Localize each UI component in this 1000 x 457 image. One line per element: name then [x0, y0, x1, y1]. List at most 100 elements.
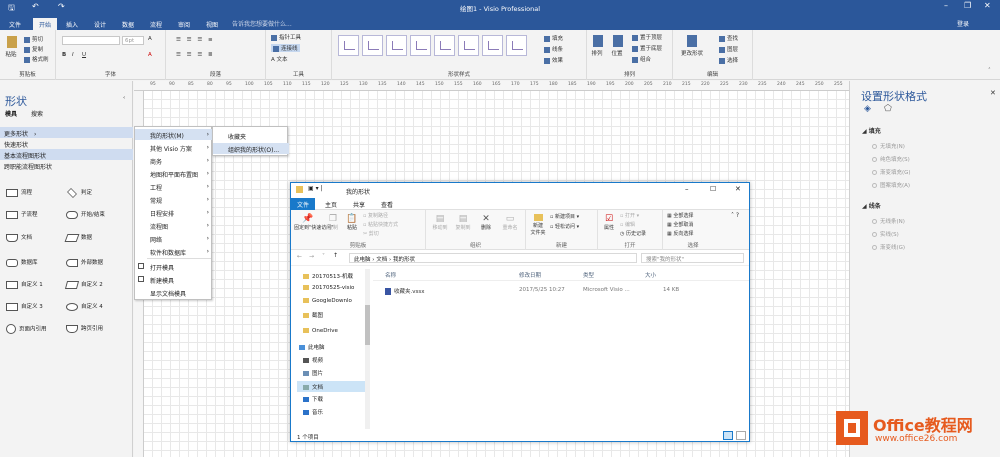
collapse-ribbon-icon[interactable]: ˆ [988, 68, 991, 74]
pin-quick-access-button[interactable]: 📌 固定到"快速访问" [294, 214, 334, 231]
line-solid-option[interactable]: 实线(S) [872, 230, 899, 238]
nav-item-folder-3[interactable]: GoogleDownlo [303, 298, 352, 304]
stencil-document[interactable]: 文档 [6, 233, 32, 242]
close-icon[interactable]: ✕ [984, 1, 991, 10]
line-button[interactable]: 线条 [544, 45, 563, 53]
explorer-search-input[interactable]: 搜索"我的形状" [641, 253, 744, 263]
font-name-input[interactable] [62, 36, 120, 45]
menu-item-document-stencil[interactable]: 显示文档模具 [135, 287, 213, 298]
nav-item-documents[interactable]: 文档 [297, 381, 369, 392]
shape-style-3[interactable] [386, 35, 407, 56]
tell-me-box[interactable]: 告诉我您想要做什么... [232, 19, 292, 28]
cut-button[interactable]: 剪切 [24, 35, 43, 43]
arrange-button[interactable]: 排列 [591, 35, 603, 57]
nav-item-onedrive[interactable]: OneDrive [303, 328, 338, 334]
stencil-custom-3[interactable]: 自定义 3 [6, 302, 43, 311]
menu-item-general[interactable]: 常规 › [135, 194, 213, 205]
stencil-custom-4[interactable]: 自定义 4 [66, 302, 103, 311]
submenu-item-favorites[interactable]: 收藏夹 [213, 130, 289, 141]
stencil-custom-2[interactable]: 自定义 2 [64, 280, 103, 289]
line-section[interactable]: ◢ 线条 [862, 201, 881, 210]
open-button[interactable]: ▫ 打开 ▾ [620, 212, 639, 219]
stencil-off-page-ref[interactable]: 跨页引用 [66, 324, 103, 333]
nav-item-folder-1[interactable]: 20170513-机载 [303, 272, 353, 280]
quick-shapes-item[interactable]: 快速形状 [0, 138, 133, 149]
fill-none-option[interactable]: 无填充(N) [872, 142, 905, 150]
menu-item-flowchart[interactable]: 流程图 › [135, 220, 213, 231]
properties-button[interactable]: ☑ 属性 [601, 214, 617, 231]
login-link[interactable]: 登录 [957, 19, 969, 28]
move-to-button[interactable]: ▤ 移动到 [430, 214, 450, 231]
details-view-icon[interactable] [723, 431, 733, 440]
paste-button[interactable]: 粘贴 [5, 36, 17, 58]
menu-item-network[interactable]: 网络 › [135, 233, 213, 244]
column-type[interactable]: 类型 [583, 271, 594, 279]
stencil-database[interactable]: 数据库 [6, 258, 38, 267]
explorer-tab-home[interactable]: 主页 [319, 198, 343, 210]
menu-item-schedule[interactable]: 日程安排 › [135, 207, 213, 218]
tab-process[interactable]: 流程 [144, 18, 168, 30]
font-color-button[interactable]: A [148, 52, 152, 58]
fill-section[interactable]: ◢ 填充 [862, 126, 881, 135]
submenu-item-organize[interactable]: 组织我的形状(O)... [213, 143, 289, 154]
explorer-close-icon[interactable]: ✕ [735, 185, 741, 193]
explorer-minimize-icon[interactable]: – [685, 185, 689, 193]
explorer-paste-button[interactable]: 📋 粘贴 [345, 214, 359, 231]
copy-path-button[interactable]: ▫ 复制路径 [363, 212, 388, 219]
line-gradient-option[interactable]: 渐变线(G) [872, 243, 905, 251]
collapse-pane-icon[interactable]: ‹ [123, 95, 125, 101]
explorer-tab-share[interactable]: 共享 [347, 198, 371, 210]
up-icon[interactable]: ↑ [333, 252, 338, 259]
tab-review[interactable]: 审阅 [172, 18, 196, 30]
column-name[interactable]: 名称 [385, 271, 396, 279]
menu-item-maps[interactable]: 地图和平面布置图 › [135, 168, 213, 179]
indent-buttons[interactable]: ☰ ☰ ☰ ≣ [176, 52, 215, 58]
explorer-help-icon[interactable]: ˄ ? [731, 212, 739, 219]
invert-selection-button[interactable]: ▦ 反向选择 [667, 230, 693, 237]
minimize-icon[interactable]: – [944, 1, 948, 10]
back-icon[interactable]: ← [297, 253, 302, 260]
forward-icon[interactable]: → [309, 253, 314, 260]
history-button[interactable]: ◷ 历史记录 [620, 230, 646, 237]
column-size[interactable]: 大小 [645, 271, 656, 279]
stencil-start-end[interactable]: 开始/结束 [66, 210, 105, 219]
menu-item-business[interactable]: 商务 › [135, 155, 213, 166]
shape-style-1[interactable] [338, 35, 359, 56]
nav-item-this-pc[interactable]: 此电脑 [299, 343, 325, 351]
menu-item-my-shapes[interactable]: 我的形状(M) › [135, 129, 213, 140]
more-shapes-item[interactable]: 更多形状 › [0, 127, 133, 138]
stencil-subprocess[interactable]: 子流程 [6, 210, 38, 219]
stencil-on-page-ref[interactable]: 页面内引用 [6, 324, 47, 334]
italic-button[interactable]: I [72, 52, 74, 58]
nav-item-downloads[interactable]: 下载 [303, 395, 323, 403]
format-painter-button[interactable]: 格式刷 [24, 55, 49, 63]
navigation-scrollbar[interactable] [365, 269, 370, 429]
tab-data[interactable]: 数据 [116, 18, 140, 30]
breadcrumb-documents[interactable]: 文档 [376, 257, 387, 263]
bring-to-front-button[interactable]: 置于顶层 [632, 33, 662, 41]
fill-gradient-option[interactable]: 渐变填充(G) [872, 168, 911, 176]
shape-style-7[interactable] [482, 35, 503, 56]
effects-pentagon-icon[interactable]: ⬠ [884, 104, 892, 114]
fill-solid-option[interactable]: 纯色填充(S) [872, 155, 910, 163]
text-tool-button[interactable]: A 文本 [271, 55, 288, 63]
menu-item-new-stencil[interactable]: 新建模具 [135, 274, 213, 285]
shape-style-8[interactable] [506, 35, 527, 56]
restore-icon[interactable]: ❐ [964, 1, 971, 10]
basic-flowchart-item[interactable]: 基本流程图形状 [0, 149, 133, 160]
explorer-tab-file[interactable]: 文件 [291, 198, 316, 210]
align-buttons[interactable]: ☰ ☰ ☰ ≡ [176, 37, 215, 43]
stencil-decision[interactable]: 判定 [66, 187, 92, 198]
menu-item-open-stencil[interactable]: 打开模具 [135, 261, 213, 272]
shape-style-4[interactable] [410, 35, 431, 56]
recent-icon[interactable]: ˅ [322, 253, 325, 260]
fill-pattern-option[interactable]: 图案填充(A) [872, 181, 910, 189]
breadcrumb-this-pc[interactable]: 此电脑 [354, 257, 371, 263]
nav-item-videos[interactable]: 视频 [303, 356, 323, 364]
tab-search[interactable]: 搜索 [31, 109, 43, 118]
new-folder-button[interactable]: 新建 文件夹 [529, 214, 547, 236]
nav-item-music[interactable]: 音乐 [303, 408, 323, 416]
paste-shortcut-button[interactable]: ▫ 粘贴快捷方式 [363, 221, 398, 228]
new-item-button[interactable]: ▫ 新建项目 ▾ [550, 213, 579, 220]
underline-button[interactable]: U [82, 52, 86, 58]
